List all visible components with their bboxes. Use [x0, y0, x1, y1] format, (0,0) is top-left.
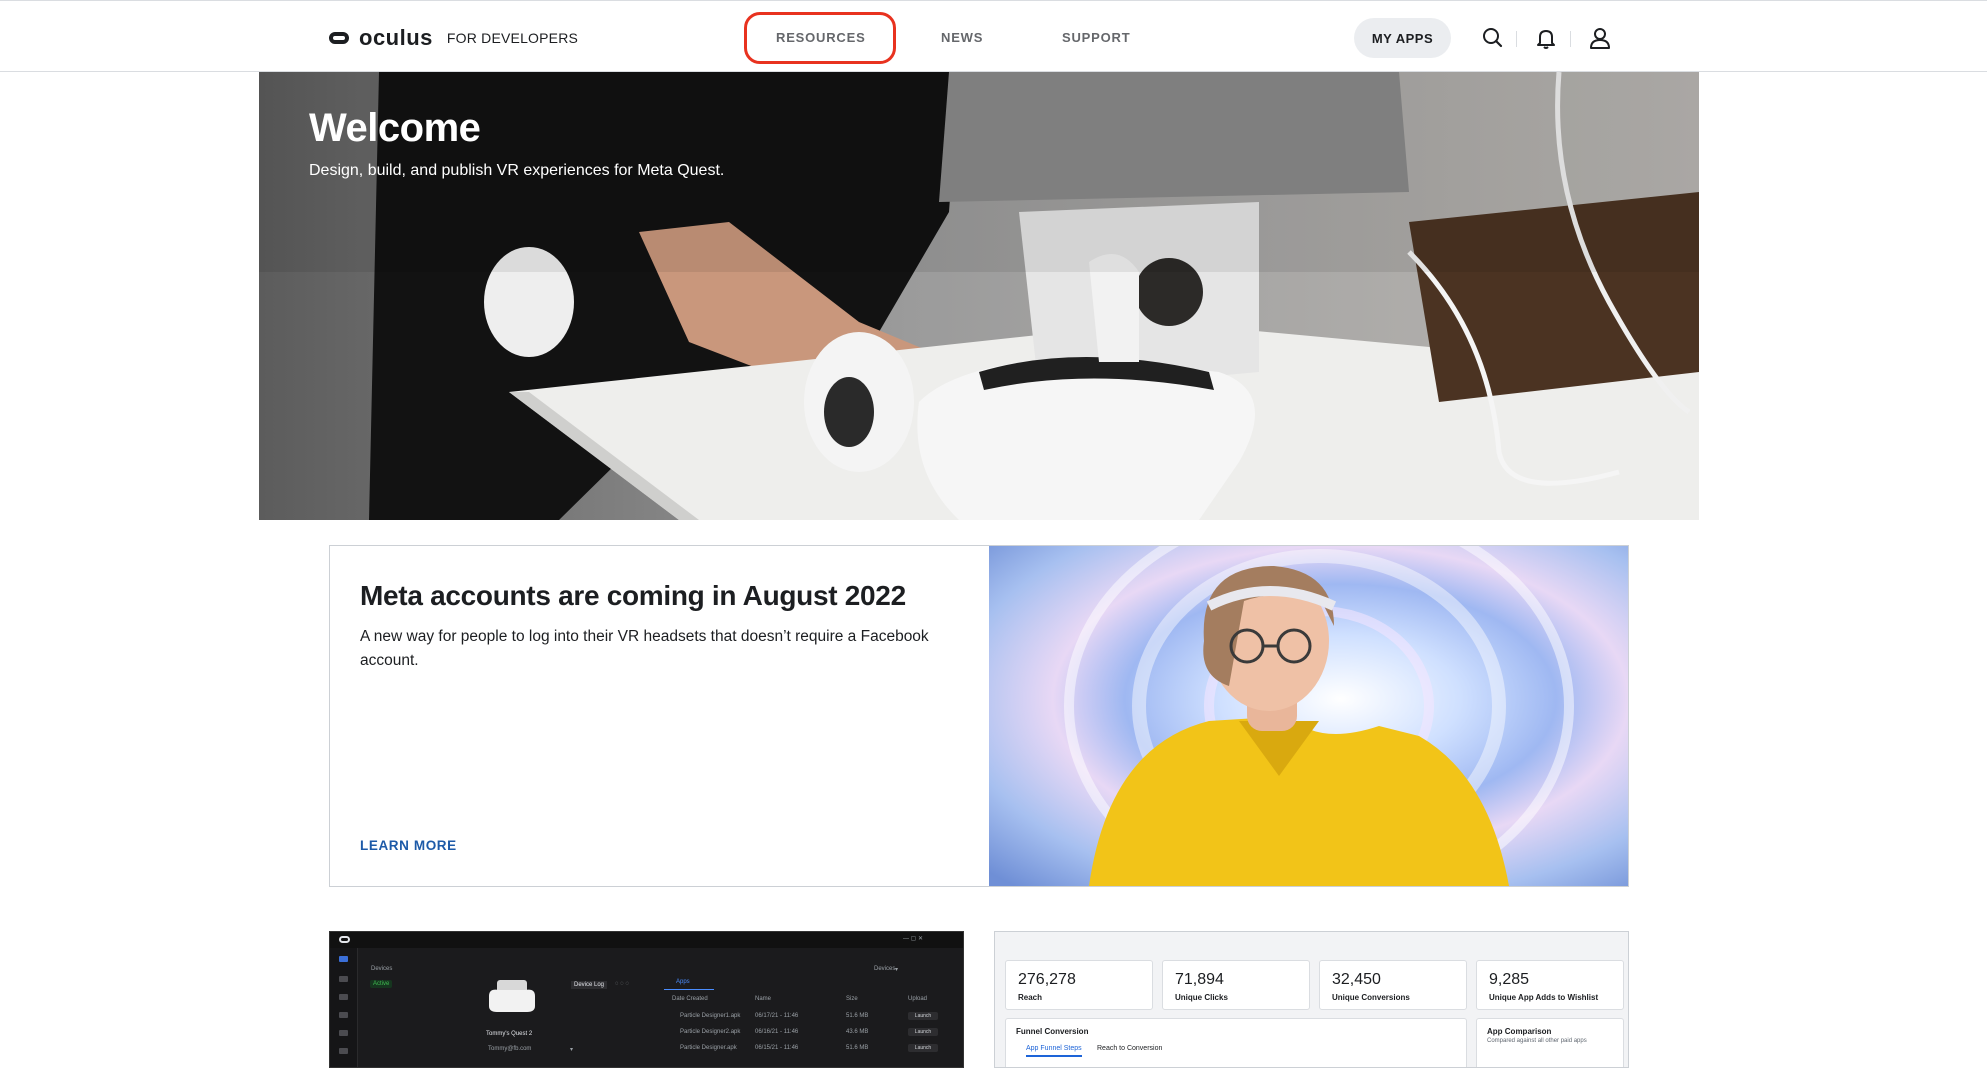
avatar-illustration — [989, 546, 1628, 886]
device-log-button[interactable]: Device Log — [571, 981, 608, 989]
stat-card-unique-conversions: 32,450 Unique Conversions — [1319, 960, 1467, 1010]
device-name: Tommy's Quest 2 — [486, 1031, 533, 1037]
app-row-size: 51.6 MB — [846, 1045, 869, 1051]
feature-description: A new way for people to log into their V… — [360, 628, 929, 669]
stat-value: 9,285 — [1489, 971, 1530, 988]
stat-card-reach: 276,278 Reach — [1005, 960, 1153, 1010]
nav-divider — [1570, 31, 1571, 47]
brand-subtitle: FOR DEVELOPERS — [446, 30, 579, 46]
device-manager-preview-card[interactable]: — ▢ ✕ Devices Active Tommy's Quest 2 Tom… — [329, 931, 964, 1068]
stat-card-wishlist-adds: 9,285 Unique App Adds to Wishlist — [1476, 960, 1624, 1010]
search-icon[interactable] — [1480, 25, 1506, 51]
files-nav-icon — [339, 994, 348, 1000]
feature-card-text: Meta accounts are coming in August 2022 … — [330, 546, 989, 886]
stat-label: Reach — [1018, 993, 1043, 1002]
top-navigation: oculus FOR DEVELOPERS RESOURCES NEWS SUP… — [0, 0, 1987, 72]
launch-button[interactable]: Launch — [908, 1028, 938, 1036]
column-size[interactable]: Size — [846, 996, 858, 1002]
app-row-name: Particle Designer1.apk — [680, 1013, 741, 1019]
devices-dropdown[interactable]: Devices — [874, 966, 895, 972]
tab-underline — [664, 989, 714, 990]
headset-icon — [489, 980, 535, 1012]
refresh-icons[interactable]: ◌ ◌ ◌ — [615, 981, 629, 987]
oculus-logo-icon — [329, 32, 349, 44]
stat-label: Unique Clicks — [1175, 993, 1228, 1002]
hero-subtitle: Design, build, and publish VR experience… — [309, 162, 725, 179]
brand-name: oculus — [359, 25, 433, 50]
column-date-created[interactable]: Date Created — [672, 996, 708, 1002]
app-row-date: 06/15/21 - 11:46 — [755, 1045, 799, 1051]
account-dropdown-icon[interactable]: ▾ — [570, 1046, 573, 1053]
stat-value: 71,894 — [1175, 971, 1224, 988]
devices-label: Devices — [371, 966, 393, 972]
window-controls-icon: — ▢ ✕ — [903, 936, 924, 942]
sidebar — [330, 948, 358, 1067]
upload-button[interactable]: Upload — [908, 996, 927, 1002]
upload-nav-icon — [339, 1030, 348, 1036]
window-titlebar — [330, 932, 963, 948]
launch-button[interactable]: Launch — [908, 1012, 938, 1020]
nav-divider — [1516, 31, 1517, 47]
feature-title: Meta accounts are coming in August 2022 — [360, 580, 906, 611]
feature-illustration — [989, 546, 1628, 886]
tab-app-funnel-steps[interactable]: App Funnel Steps — [1026, 1045, 1082, 1057]
tab-reach-to-conversion[interactable]: Reach to Conversion — [1097, 1045, 1162, 1052]
app-row-size: 43.6 MB — [846, 1029, 869, 1035]
stat-card-unique-clicks: 71,894 Unique Clicks — [1162, 960, 1310, 1010]
app-row-name: Particle Designer.apk — [680, 1045, 737, 1051]
analytics-preview-card[interactable]: 276,278 Reach 71,894 Unique Clicks 32,45… — [994, 931, 1629, 1068]
nav-link-support[interactable]: SUPPORT — [1062, 30, 1130, 45]
my-apps-button[interactable]: MY APPS — [1354, 18, 1451, 58]
nav-link-resources[interactable]: RESOURCES — [776, 30, 866, 45]
user-profile-icon[interactable] — [1587, 25, 1613, 51]
hero-title: Welcome — [309, 106, 481, 150]
panel-title: App Comparison — [1487, 1027, 1552, 1036]
oculus-logo-icon — [339, 936, 350, 943]
app-row-name: Particle Designer2.apk — [680, 1029, 741, 1035]
grid-nav-icon — [339, 1012, 348, 1018]
devices-nav-icon — [339, 956, 348, 962]
app-row-size: 51.6 MB — [846, 1013, 869, 1019]
nav-link-news[interactable]: NEWS — [941, 30, 983, 45]
tab-apps[interactable]: Apps — [676, 979, 690, 985]
status-badge: Active — [370, 980, 393, 988]
learn-more-link[interactable]: LEARN MORE — [360, 838, 457, 853]
hero-banner: Welcome Design, build, and publish VR ex… — [259, 72, 1699, 520]
notifications-bell-icon[interactable] — [1533, 25, 1559, 51]
view-nav-icon — [339, 1048, 348, 1054]
chevron-down-icon: ▾ — [895, 967, 899, 973]
stat-label: Unique Conversions — [1332, 993, 1410, 1002]
launch-button[interactable]: Launch — [908, 1044, 938, 1052]
panel-subtitle: Compared against all other paid apps — [1487, 1038, 1587, 1044]
app-comparison-panel: App Comparison Compared against all othe… — [1476, 1018, 1624, 1067]
panel-title: Funnel Conversion — [1016, 1027, 1089, 1036]
brand-logo[interactable]: oculus FOR DEVELOPERS — [329, 25, 578, 51]
device-account: Tommy@fb.com — [488, 1046, 532, 1052]
app-row-date: 06/17/21 - 11:46 — [755, 1013, 799, 1019]
apps-nav-icon — [339, 976, 348, 982]
stat-value: 32,450 — [1332, 971, 1381, 988]
stat-label: Unique App Adds to Wishlist — [1489, 993, 1599, 1002]
app-row-date: 06/16/21 - 11:46 — [755, 1029, 799, 1035]
funnel-conversion-panel: Funnel Conversion App Funnel Steps Reach… — [1005, 1018, 1467, 1067]
feature-card-meta-accounts[interactable]: Meta accounts are coming in August 2022 … — [329, 545, 1629, 887]
column-name[interactable]: Name — [755, 996, 771, 1002]
stat-value: 276,278 — [1018, 971, 1076, 988]
